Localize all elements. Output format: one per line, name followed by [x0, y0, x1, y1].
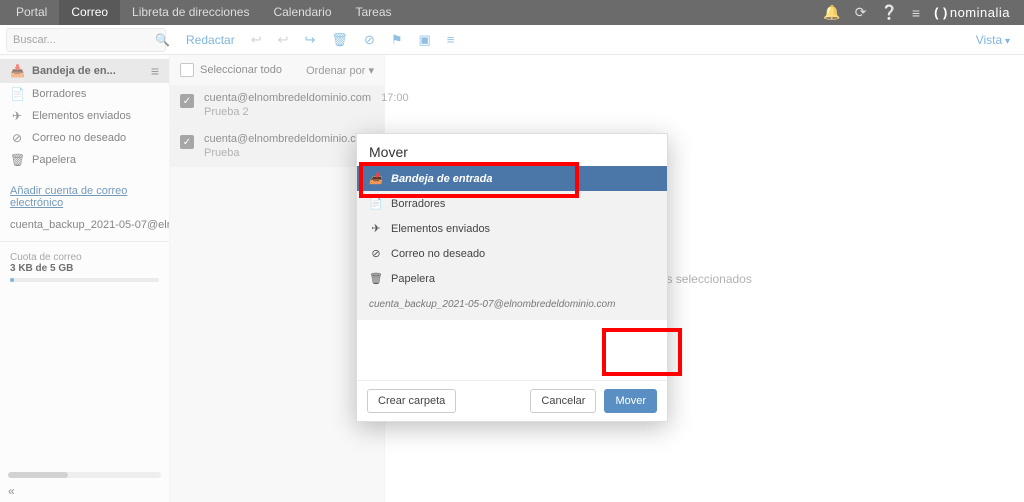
- forward-icon[interactable]: ↪: [305, 32, 316, 48]
- dialog-item-spam[interactable]: ⊘ Correo no deseado: [357, 241, 667, 266]
- folder-label: Papelera: [32, 154, 76, 166]
- dialog-item-label: Correo no deseado: [391, 248, 485, 260]
- folder-label: Borradores: [32, 88, 86, 100]
- nav-calendar[interactable]: Calendario: [261, 0, 343, 25]
- topnav: Portal Correo Libreta de direcciones Cal…: [0, 0, 1024, 25]
- block-icon[interactable]: ⊘: [364, 32, 375, 48]
- dialog-footer: Crear carpeta Cancelar Mover: [357, 380, 667, 421]
- sidebar: 📥 Bandeja de en... ≡ 📄 Borradores ✈ Elem…: [0, 55, 170, 502]
- dialog-item-trash[interactable]: 🗑 Papelera: [357, 266, 667, 291]
- sort-menu[interactable]: Ordenar por ▾: [306, 64, 374, 77]
- sidebar-scrollbar[interactable]: [8, 472, 161, 478]
- bell-icon[interactable]: 🔔: [823, 4, 840, 21]
- message-item[interactable]: ✓ cuenta@elnombredeldominio.com Prueba 1…: [170, 126, 384, 167]
- draft-icon: 📄: [369, 197, 383, 210]
- topnav-right: 🔔 ⟳ ❔ ≡ ( )nominalia: [823, 4, 1020, 21]
- topnav-left: Portal Correo Libreta de direcciones Cal…: [4, 0, 404, 25]
- delete-icon[interactable]: 🗑: [331, 32, 348, 48]
- quota-title: Cuota de correo: [10, 252, 159, 263]
- content-placeholder: jes seleccionados: [657, 272, 752, 286]
- folder-label: Correo no deseado: [32, 132, 126, 144]
- nav-portal[interactable]: Portal: [4, 0, 59, 25]
- msg-subject: Prueba 2: [204, 106, 371, 118]
- sidebar-collapse-icon[interactable]: «: [8, 484, 161, 498]
- dialog-folder-list: 📥 Bandeja de entrada 📄 Borradores ✈ Elem…: [357, 166, 667, 320]
- menu-icon[interactable]: ≡: [912, 5, 920, 21]
- quota-value: 3 KB de 5 GB: [10, 263, 159, 274]
- dialog-item-label: Bandeja de entrada: [391, 173, 492, 185]
- create-folder-button[interactable]: Crear carpeta: [367, 389, 456, 413]
- folder-drafts[interactable]: 📄 Borradores: [0, 83, 169, 105]
- spam-icon: ⊘: [10, 131, 24, 145]
- inbox-icon: 📥: [369, 172, 383, 185]
- msg-checkbox[interactable]: ✓: [180, 135, 194, 149]
- folder-label: Elementos enviados: [32, 110, 131, 122]
- sent-icon: ✈: [10, 109, 24, 123]
- trash-icon: 🗑: [10, 153, 24, 167]
- quota-bar: [10, 278, 159, 282]
- add-account-link[interactable]: Añadir cuenta de correo electrónico: [0, 175, 169, 213]
- dialog-item-sent[interactable]: ✈ Elementos enviados: [357, 216, 667, 241]
- message-item[interactable]: ✓ cuenta@elnombredeldominio.com Prueba 2…: [170, 85, 384, 126]
- msg-from: cuenta@elnombredeldominio.com: [204, 92, 371, 104]
- move-button[interactable]: Mover: [604, 389, 657, 413]
- search-icon[interactable]: 🔍: [155, 33, 170, 47]
- account-label[interactable]: cuenta_backup_2021-05-07@elnom: [0, 213, 169, 237]
- nav-contacts[interactable]: Libreta de direcciones: [120, 0, 261, 25]
- folder-spam[interactable]: ⊘ Correo no deseado: [0, 127, 169, 149]
- reply-icon: ↩: [251, 32, 262, 48]
- dialog-item-label: Papelera: [391, 273, 435, 285]
- brand-logo: ( )nominalia: [934, 5, 1010, 20]
- nav-correo[interactable]: Correo: [59, 0, 120, 25]
- msg-checkbox[interactable]: ✓: [180, 94, 194, 108]
- spam-icon: ⊘: [369, 247, 383, 260]
- sent-icon: ✈: [369, 222, 383, 235]
- dialog-item-label: Borradores: [391, 198, 445, 210]
- sidebar-divider: [0, 241, 169, 242]
- folder-label: Bandeja de en...: [32, 65, 116, 77]
- dialog-account-email: cuenta_backup_2021-05-07@elnombredeldomi…: [357, 291, 667, 320]
- folder-menu-icon[interactable]: ≡: [151, 63, 159, 79]
- nav-tasks[interactable]: Tareas: [344, 0, 404, 25]
- dialog-item-inbox[interactable]: 📥 Bandeja de entrada: [357, 166, 667, 191]
- message-list: Seleccionar todo Ordenar por ▾ ✓ cuenta@…: [170, 55, 385, 502]
- refresh-icon[interactable]: ⟳: [855, 4, 867, 21]
- select-all-checkbox[interactable]: [180, 63, 194, 77]
- inbox-icon: 📥: [10, 64, 24, 78]
- compose-button[interactable]: Redactar: [186, 33, 235, 47]
- quota-block: Cuota de correo 3 KB de 5 GB: [0, 246, 169, 288]
- msg-subject: Prueba: [204, 147, 371, 159]
- folder-sent[interactable]: ✈ Elementos enviados: [0, 105, 169, 127]
- reply-all-icon: ↩: [278, 32, 289, 48]
- list-header: Seleccionar todo Ordenar por ▾: [170, 55, 384, 85]
- toolbar-actions: Redactar ↩ ↩ ↪ 🗑 ⊘ ⚑ ▣ ≡: [172, 32, 454, 48]
- more-icon[interactable]: ≡: [447, 32, 455, 47]
- toolbar: 🔍 Redactar ↩ ↩ ↪ 🗑 ⊘ ⚑ ▣ ≡ Vista: [0, 25, 1024, 55]
- folder-list: 📥 Bandeja de en... ≡ 📄 Borradores ✈ Elem…: [0, 55, 169, 175]
- draft-icon: 📄: [10, 87, 24, 101]
- dialog-title: Mover: [357, 134, 667, 166]
- trash-icon: 🗑: [369, 272, 383, 285]
- folder-trash[interactable]: 🗑 Papelera: [0, 149, 169, 171]
- sidebar-footer: «: [0, 468, 169, 502]
- cancel-button[interactable]: Cancelar: [530, 389, 596, 413]
- select-all-label[interactable]: Seleccionar todo: [200, 64, 282, 76]
- move-icon[interactable]: ▣: [419, 32, 431, 48]
- search-input[interactable]: [13, 34, 155, 46]
- msg-from: cuenta@elnombredeldominio.com: [204, 133, 371, 145]
- brand-text: nominalia: [950, 5, 1010, 20]
- flag-icon[interactable]: ⚑: [391, 32, 403, 48]
- view-menu[interactable]: Vista: [976, 33, 1024, 47]
- dialog-item-drafts[interactable]: 📄 Borradores: [357, 191, 667, 216]
- dialog-item-label: Elementos enviados: [391, 223, 490, 235]
- move-dialog: Mover 📥 Bandeja de entrada 📄 Borradores …: [356, 133, 668, 422]
- help-icon[interactable]: ❔: [880, 4, 897, 21]
- search-input-wrap[interactable]: 🔍: [6, 28, 166, 52]
- dialog-gap: [357, 320, 667, 380]
- folder-inbox[interactable]: 📥 Bandeja de en... ≡: [0, 59, 169, 83]
